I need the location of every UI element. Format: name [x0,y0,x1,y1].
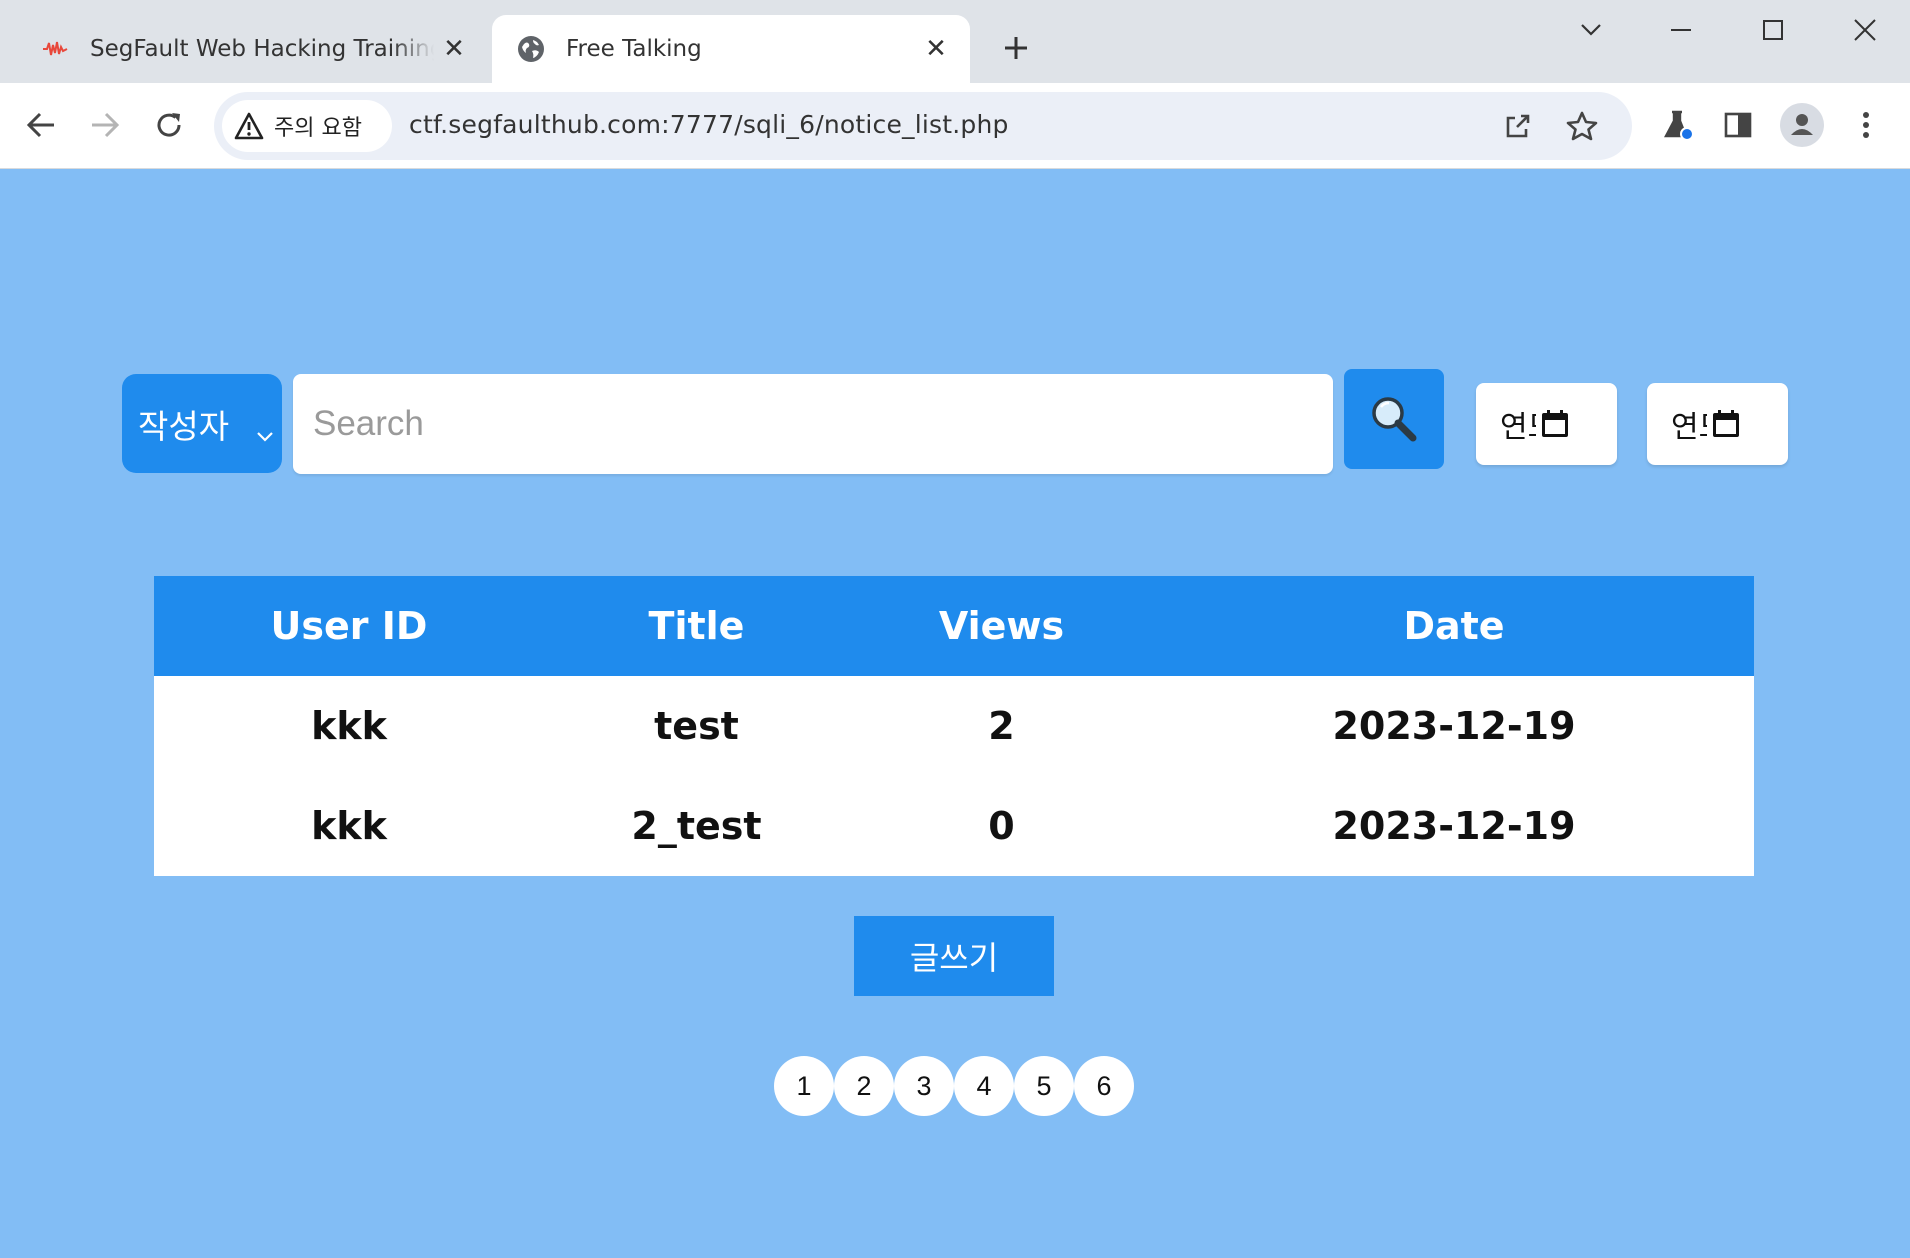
back-arrow-icon[interactable] [17,101,65,149]
pagination: 1 2 3 4 5 6 [774,1056,1134,1116]
segfault-favicon-icon [40,34,70,64]
notice-table: User ID Title Views Date kkk test 2 2023… [154,576,1754,876]
search-input[interactable] [293,374,1333,474]
cell-date: 2023-12-19 [1332,804,1576,848]
tab-segfault[interactable]: SegFault Web Hacking Training ✕ [0,15,488,83]
cell-user-id: kkk [311,704,387,748]
page-link-2[interactable]: 2 [834,1056,894,1116]
table-row[interactable]: kkk test 2 2023-12-19 [154,676,1754,776]
page-link-6[interactable]: 6 [1074,1056,1134,1116]
date-to-input[interactable]: 연도 [1647,383,1788,465]
tab-title: Free Talking [566,36,702,62]
calendar-icon[interactable] [1540,409,1570,439]
date-from-text: 연도 [1500,410,1536,445]
minimize-icon[interactable] [1650,5,1712,55]
calendar-icon[interactable] [1711,409,1741,439]
search-field-value: 작성자 [138,406,230,446]
labs-flask-icon[interactable] [1656,103,1700,147]
search-field-select[interactable]: 작성자 [122,374,282,473]
header-date: Date [1154,576,1754,676]
header-views: Views [849,576,1154,676]
address-bar[interactable]: 주의 요함 ctf.segfaulthub.com:7777/sqli_6/no… [214,92,1632,160]
page-link-4[interactable]: 4 [954,1056,1014,1116]
bookmark-star-icon[interactable] [1560,104,1604,148]
cell-user-id: kkk [311,804,387,848]
tab-close-icon[interactable]: ✕ [916,29,956,69]
url-text[interactable]: ctf.segfaulthub.com:7777/sqli_6/notice_l… [409,110,1009,139]
cell-title[interactable]: test [544,676,849,776]
profile-avatar-icon[interactable] [1780,103,1824,147]
forward-arrow-icon[interactable] [81,101,129,149]
date-from-input[interactable]: 연도 [1476,383,1617,465]
magnifier-icon [1369,394,1419,444]
cell-views: 0 [988,804,1015,848]
globe-icon [516,34,546,64]
browser-toolbar: 주의 요함 ctf.segfaulthub.com:7777/sqli_6/no… [0,83,1910,169]
window-close-icon[interactable] [1834,5,1896,55]
tab-close-icon[interactable]: ✕ [434,29,474,69]
tab-title: SegFault Web Hacking Training [90,36,434,62]
maximize-icon[interactable] [1742,5,1804,55]
side-panel-icon[interactable] [1716,103,1760,147]
page-link-3[interactable]: 3 [894,1056,954,1116]
share-icon[interactable] [1496,104,1540,148]
warning-triangle-icon [234,112,264,140]
header-user-id: User ID [154,576,544,676]
more-menu-icon[interactable] [1844,103,1888,147]
security-label: 주의 요함 [274,116,362,141]
table-row[interactable]: kkk 2_test 0 2023-12-19 [154,776,1754,876]
browser-tabbar: SegFault Web Hacking Training ✕ Free Tal… [0,0,1910,83]
new-tab-icon[interactable] [994,26,1038,70]
header-title: Title [544,576,849,676]
reload-icon[interactable] [145,101,193,149]
tab-search-chevron-icon[interactable] [1560,5,1622,55]
chevron-down-icon [256,412,274,451]
search-button[interactable] [1344,369,1444,469]
cell-title[interactable]: 2_test [544,776,849,876]
cell-views: 2 [988,704,1015,748]
page-link-1[interactable]: 1 [774,1056,834,1116]
write-post-button[interactable]: 글쓰기 [854,916,1054,996]
page-link-5[interactable]: 5 [1014,1056,1074,1116]
date-to-text: 연도 [1671,410,1707,445]
tab-free-talking[interactable]: Free Talking ✕ [492,15,970,83]
table-header-row: User ID Title Views Date [154,576,1754,676]
cell-date: 2023-12-19 [1332,704,1576,748]
